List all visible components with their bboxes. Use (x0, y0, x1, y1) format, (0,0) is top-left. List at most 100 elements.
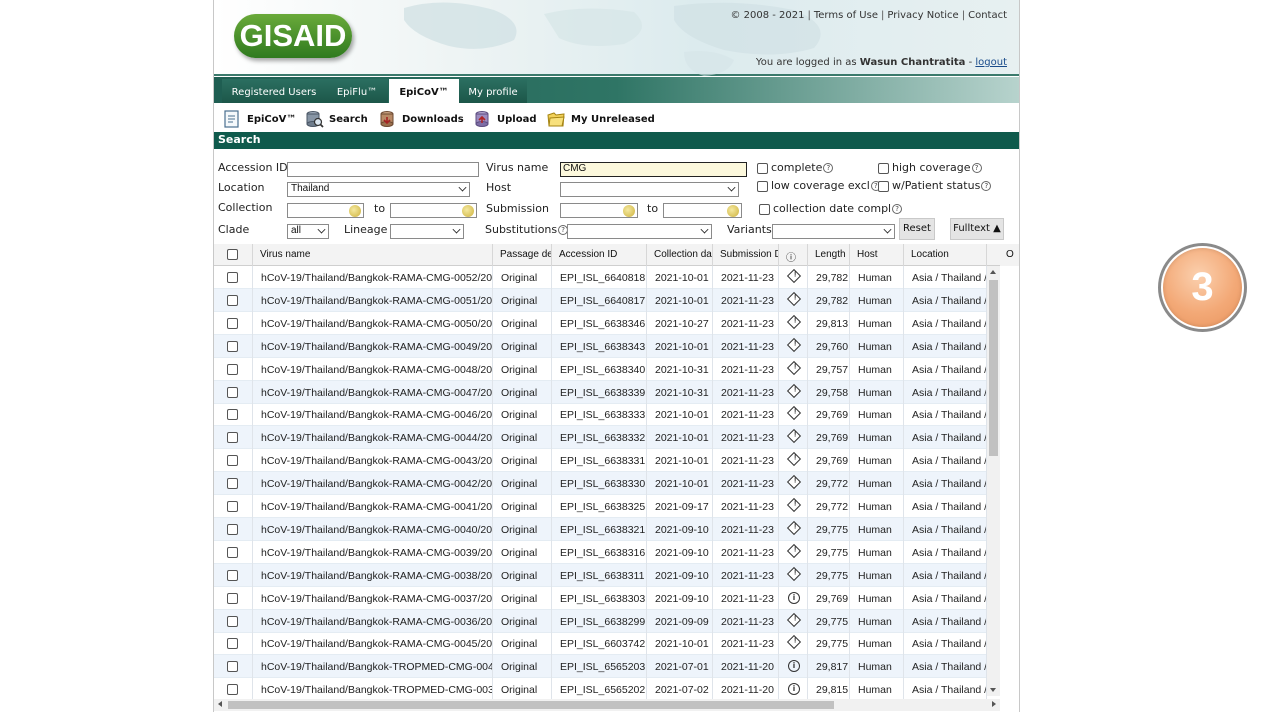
warning-diamond-icon[interactable]: ! (786, 543, 802, 558)
row-checkbox[interactable] (227, 409, 238, 421)
warning-diamond-icon[interactable]: ! (786, 520, 802, 535)
col-passage[interactable]: Passage de (493, 244, 552, 266)
toolbar-upload-button[interactable]: Upload (472, 108, 536, 130)
row-checkbox[interactable] (227, 294, 238, 306)
warning-diamond-icon[interactable]: ! (786, 566, 802, 581)
table-row[interactable]: hCoV-19/Thailand/Bangkok-RAMA-CMG-0044/2… (214, 426, 987, 450)
row-checkbox[interactable] (227, 455, 238, 467)
table-row[interactable]: hCoV-19/Thailand/Bangkok-RAMA-CMG-0037/2… (214, 586, 987, 610)
warning-diamond-icon[interactable]: ! (786, 337, 802, 352)
submission-to-input[interactable] (663, 203, 742, 218)
tab-epicov[interactable]: EpiCoV™ (389, 79, 459, 103)
row-checkbox[interactable] (227, 684, 238, 696)
vertical-scrollbar[interactable] (987, 266, 1000, 696)
table-row[interactable]: hCoV-19/Thailand/Bangkok-RAMA-CMG-0036/2… (214, 609, 987, 633)
table-row[interactable]: hCoV-19/Thailand/Bangkok-RAMA-CMG-0042/2… (214, 472, 987, 496)
table-row[interactable]: hCoV-19/Thailand/Bangkok-RAMA-CMG-0039/2… (214, 540, 987, 564)
table-row[interactable]: hCoV-19/Thailand/Bangkok-RAMA-CMG-0052/2… (214, 266, 987, 289)
toolbar-epicov-button[interactable]: EpiCoV™ (222, 108, 296, 130)
warning-diamond-icon[interactable]: ! (786, 383, 802, 398)
info-circle-icon[interactable]: i (788, 591, 800, 604)
row-checkbox[interactable] (227, 592, 238, 604)
terms-of-use-link[interactable]: Terms of Use (814, 10, 878, 21)
submission-from-input[interactable] (560, 203, 638, 218)
contact-link[interactable]: Contact (968, 10, 1007, 21)
row-checkbox[interactable] (227, 272, 238, 283)
row-checkbox[interactable] (227, 478, 238, 490)
tab-registered-users[interactable]: Registered Users (222, 79, 326, 103)
table-row[interactable]: hCoV-19/Thailand/Bangkok-TROPMED-CMG-004… (214, 655, 987, 679)
warning-diamond-icon[interactable]: ! (786, 475, 802, 490)
horizontal-scroll-thumb[interactable] (228, 701, 834, 709)
row-checkbox[interactable] (227, 340, 238, 352)
warning-diamond-icon[interactable]: ! (786, 291, 802, 306)
select-all-checkbox[interactable] (227, 249, 238, 260)
vertical-scroll-thumb[interactable] (989, 280, 998, 456)
warning-diamond-icon[interactable]: ! (786, 612, 802, 627)
row-checkbox[interactable] (227, 432, 238, 444)
location-select[interactable]: Thailand (287, 182, 470, 197)
col-length[interactable]: Length (808, 244, 850, 266)
col-collection-date[interactable]: Collection da (647, 244, 713, 266)
table-row[interactable]: hCoV-19/Thailand/Bangkok-RAMA-CMG-0051/2… (214, 288, 987, 312)
table-row[interactable]: hCoV-19/Thailand/Bangkok-RAMA-CMG-0041/2… (214, 495, 987, 518)
complete-checkbox[interactable] (757, 163, 768, 174)
scroll-left-icon[interactable] (218, 701, 222, 707)
warning-diamond-icon[interactable]: ! (786, 635, 802, 650)
row-checkbox[interactable] (227, 363, 238, 375)
calendar-icon[interactable] (349, 205, 361, 217)
col-originating-partial[interactable]: O (1000, 244, 1019, 266)
clade-select[interactable]: all (287, 224, 329, 239)
table-row[interactable]: hCoV-19/Thailand/Bangkok-RAMA-CMG-0038/2… (214, 563, 987, 587)
help-icon[interactable]: ? (981, 181, 992, 191)
warning-diamond-icon[interactable]: ! (786, 268, 802, 284)
scroll-down-icon[interactable] (990, 688, 996, 692)
calendar-icon[interactable] (623, 205, 635, 217)
warning-diamond-icon[interactable]: ! (786, 360, 802, 375)
col-virus-name[interactable]: Virus name (253, 244, 493, 266)
row-checkbox[interactable] (227, 638, 238, 650)
accession-id-input[interactable] (287, 162, 479, 177)
col-accession-id[interactable]: Accession ID (552, 244, 647, 266)
table-row[interactable]: hCoV-19/Thailand/Bangkok-TROPMED-CMG-003… (214, 678, 987, 702)
gisaid-logo[interactable]: GISAID (234, 14, 352, 58)
col-host[interactable]: Host (850, 244, 904, 266)
host-select[interactable] (560, 182, 739, 197)
substitutions-select[interactable] (567, 224, 712, 239)
warning-diamond-icon[interactable]: ! (786, 497, 802, 513)
col-submission-date[interactable]: Submission D (713, 244, 779, 266)
tab-epiflu[interactable]: EpiFlu™ (326, 79, 388, 103)
col-location[interactable]: Location (904, 244, 987, 266)
table-row[interactable]: hCoV-19/Thailand/Bangkok-RAMA-CMG-0049/2… (214, 334, 987, 358)
tab-my-profile[interactable]: My profile (459, 79, 527, 103)
toolbar-downloads-button[interactable]: Downloads (377, 108, 464, 130)
row-checkbox[interactable] (227, 615, 238, 627)
help-icon[interactable]: ? (823, 163, 834, 173)
calendar-icon[interactable] (727, 205, 739, 217)
help-icon[interactable]: ? (892, 204, 903, 214)
row-checkbox[interactable] (227, 501, 238, 512)
low-coverage-checkbox[interactable] (757, 181, 768, 192)
high-coverage-checkbox[interactable] (878, 163, 889, 174)
toolbar-my-unreleased-button[interactable]: My Unreleased (546, 108, 655, 130)
toolbar-search-button[interactable]: Search (304, 108, 368, 130)
scroll-up-icon[interactable] (990, 270, 996, 274)
table-row[interactable]: hCoV-19/Thailand/Bangkok-RAMA-CMG-0046/2… (214, 403, 987, 427)
warning-diamond-icon[interactable]: ! (786, 429, 802, 444)
row-checkbox[interactable] (227, 386, 238, 398)
warning-diamond-icon[interactable]: ! (786, 452, 802, 467)
row-checkbox[interactable] (227, 569, 238, 581)
row-checkbox[interactable] (227, 523, 238, 535)
logout-link[interactable]: logout (975, 57, 1007, 68)
collection-from-input[interactable] (287, 203, 364, 218)
row-checkbox[interactable] (227, 661, 238, 673)
table-row[interactable]: hCoV-19/Thailand/Bangkok-RAMA-CMG-0043/2… (214, 449, 987, 473)
patient-status-checkbox[interactable] (878, 181, 889, 192)
reset-button[interactable]: Reset (899, 218, 935, 240)
table-row[interactable]: hCoV-19/Thailand/Bangkok-RAMA-CMG-0040/2… (214, 517, 987, 541)
privacy-notice-link[interactable]: Privacy Notice (887, 10, 958, 21)
collection-date-complete-checkbox[interactable] (759, 204, 770, 215)
warning-diamond-icon[interactable]: ! (786, 314, 802, 329)
collection-to-input[interactable] (390, 203, 477, 218)
warning-diamond-icon[interactable]: ! (786, 406, 802, 421)
